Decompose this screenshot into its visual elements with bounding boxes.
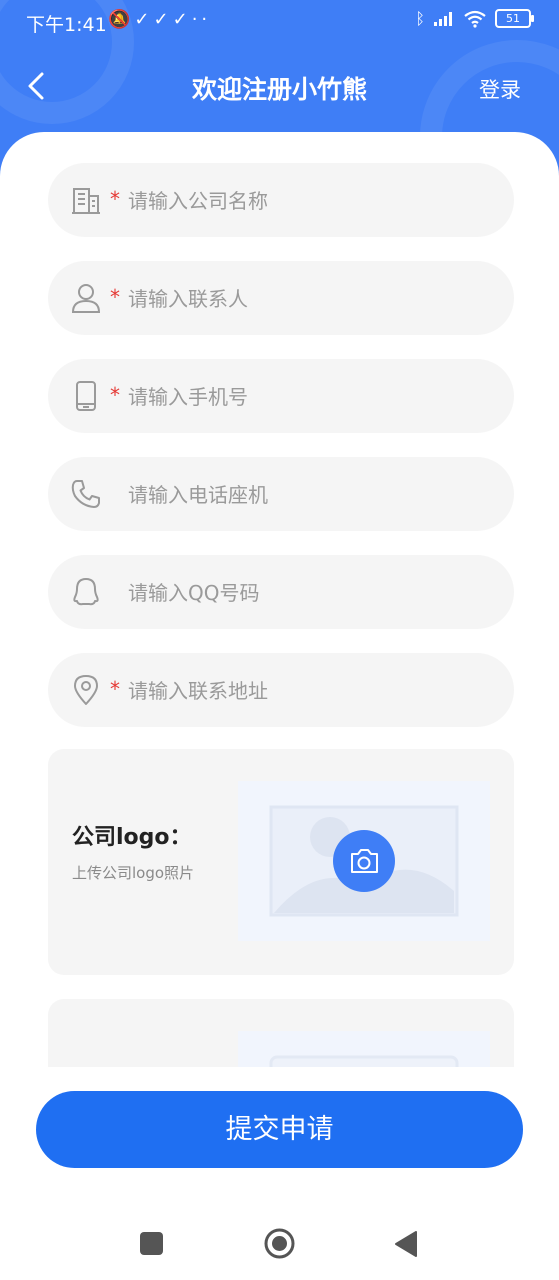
required-mark: * — [110, 285, 120, 309]
address-field[interactable]: * — [48, 653, 514, 729]
wifi-icon — [464, 10, 486, 28]
home-circle-icon[interactable] — [264, 1228, 295, 1259]
qq-number-field[interactable] — [48, 555, 514, 631]
contact-person-input[interactable] — [126, 261, 490, 337]
building-icon — [72, 188, 100, 214]
address-input[interactable] — [126, 653, 490, 729]
check-icon: ✓ — [134, 9, 154, 30]
company-name-input[interactable] — [126, 163, 490, 239]
second-upload-card — [48, 999, 514, 1067]
system-navigation-bar — [0, 1208, 559, 1280]
login-link[interactable]: 登录 — [479, 74, 521, 104]
qq-icon — [73, 578, 99, 606]
registration-form: * * * * — [48, 163, 514, 1067]
logo-upload-card: 公司logo： 上传公司logo照片 — [48, 749, 514, 975]
mobile-number-field[interactable]: * — [48, 359, 514, 435]
status-right-icons: ᛒ 51 — [415, 9, 534, 28]
required-mark: * — [110, 187, 120, 211]
signal-icon — [434, 11, 452, 26]
battery-indicator: 51 — [495, 9, 534, 28]
landline-input[interactable] — [126, 457, 490, 533]
check-icon: ✓ — [153, 9, 173, 30]
status-notification-icons: 🔕✓✓✓·· — [108, 9, 211, 30]
back-triangle-icon[interactable] — [394, 1230, 418, 1258]
logo-upload-subtitle: 上传公司logo照片 — [72, 864, 195, 882]
bluetooth-icon: ᛒ — [415, 9, 425, 28]
check-icon: ✓ — [172, 9, 192, 30]
logo-upload-title: 公司logo： — [72, 825, 192, 850]
submit-button[interactable]: 提交申请 — [36, 1091, 523, 1168]
status-time: 下午1:41 — [26, 14, 107, 36]
image-placeholder-icon — [269, 1055, 459, 1067]
logo-upload-area[interactable] — [238, 781, 490, 941]
camera-button[interactable] — [333, 830, 395, 892]
phone-icon — [76, 381, 96, 411]
person-icon — [71, 284, 101, 313]
required-mark: * — [110, 383, 120, 407]
company-name-field[interactable]: * — [48, 163, 514, 239]
contact-person-field[interactable]: * — [48, 261, 514, 337]
qq-number-input[interactable] — [126, 555, 490, 631]
telephone-icon — [71, 480, 100, 508]
landline-field[interactable] — [48, 457, 514, 533]
camera-icon — [351, 849, 378, 873]
more-dots-icon: ·· — [191, 9, 212, 30]
location-pin-icon — [74, 675, 98, 705]
recents-square-icon[interactable] — [140, 1232, 163, 1255]
mobile-number-input[interactable] — [126, 359, 490, 435]
required-mark: * — [110, 677, 120, 701]
status-bar: 下午1:41 🔕✓✓✓·· ᛒ 51 — [0, 0, 559, 44]
second-upload-area[interactable] — [238, 1031, 490, 1067]
mute-alarm-icon: 🔕 — [108, 9, 135, 30]
page-title: 欢迎注册小竹熊 — [191, 75, 367, 104]
nav-bar: 欢迎注册小竹熊 登录 — [0, 56, 559, 116]
